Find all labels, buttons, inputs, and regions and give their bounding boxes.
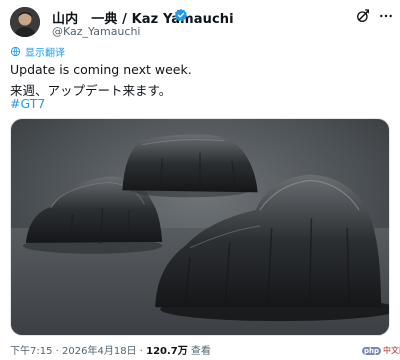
show-translation-label: 显示翻译 xyxy=(25,48,65,59)
hashtag-link[interactable]: #GT7 xyxy=(10,96,45,111)
watermark-text: 中文网 xyxy=(383,346,400,355)
grok-icon[interactable] xyxy=(355,8,371,24)
views-label: 查看 xyxy=(187,346,211,357)
tweet-media-image[interactable] xyxy=(10,118,390,336)
avatar[interactable] xyxy=(10,7,40,37)
meta-separator: · xyxy=(52,346,63,357)
tweet-time[interactable]: 下午7:15 xyxy=(10,346,52,357)
verified-badge-icon xyxy=(174,8,188,22)
meta-separator: · xyxy=(136,346,147,357)
site-watermark: php 中文网 xyxy=(362,345,400,356)
show-translation-link[interactable]: 显示翻译 xyxy=(10,44,65,59)
tweet-text-line-1: Update is coming next week. xyxy=(10,62,192,77)
view-count[interactable]: 120.7万 xyxy=(146,346,188,357)
tweet-meta: 下午7:15 · 2026年4月18日 · 120.7万 查看 xyxy=(10,342,211,357)
author-handle[interactable]: @Kaz_Yamauchi xyxy=(52,25,140,38)
tweet: 山内 一典 / Kaz Yamauchi @Kaz_Yamauchi 显示翻译 … xyxy=(0,0,400,360)
watermark-badge: php xyxy=(362,346,382,355)
tweet-date[interactable]: 2026年4月18日 xyxy=(62,346,137,357)
more-icon[interactable] xyxy=(378,8,394,24)
globe-icon xyxy=(10,46,21,57)
